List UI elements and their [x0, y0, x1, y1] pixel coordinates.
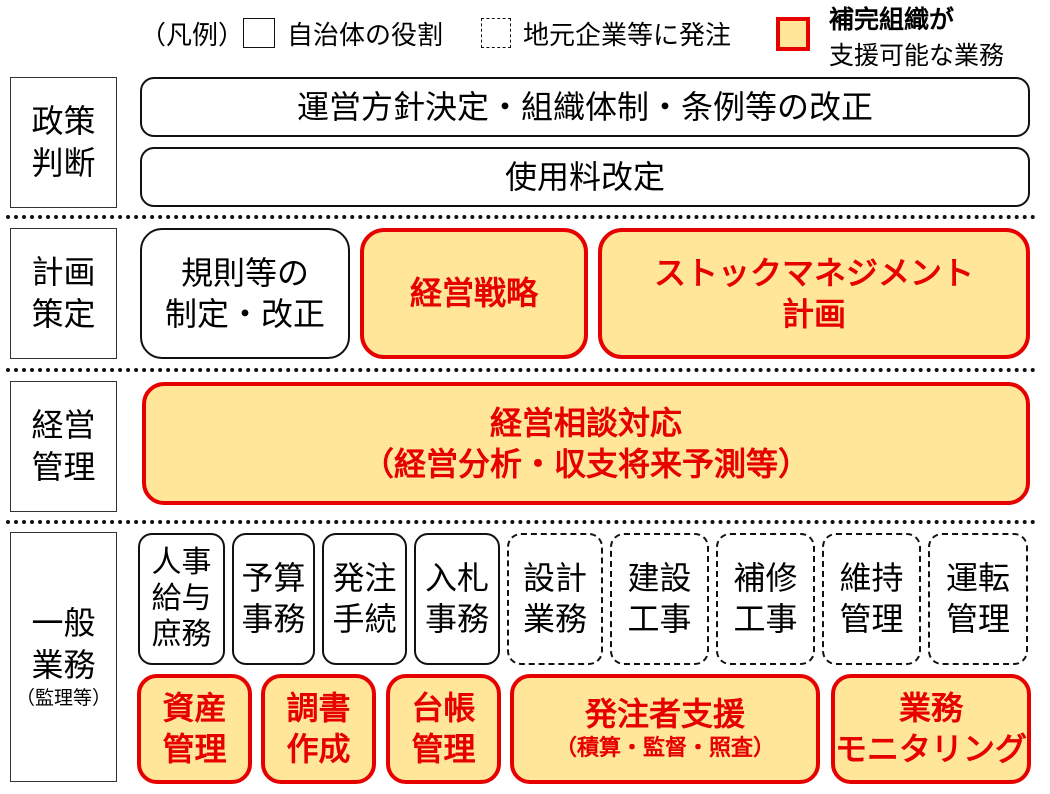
- box-label: 予算: [241, 559, 306, 598]
- legend-dashed-swatch: [481, 18, 511, 48]
- category-label: 経営: [31, 405, 96, 444]
- box-stock-management-plan: ストックマネジメント 計画: [598, 228, 1030, 359]
- box-label: 工事: [733, 600, 798, 638]
- box-label: 手続: [332, 600, 397, 638]
- box-label: 台帳: [411, 689, 476, 728]
- box-label: 事務: [241, 600, 306, 638]
- box-rules-revision: 規則等の 制定・改正: [140, 228, 350, 359]
- row-separator: [6, 520, 1036, 524]
- box-label: 経営相談対応: [489, 403, 682, 442]
- box-construction: 建設 工事: [610, 533, 709, 665]
- box-label: 人事: [151, 545, 212, 580]
- box-label: 運営方針決定・組織体制・条例等の改正: [296, 87, 873, 126]
- box-asset-management: 資産 管理: [137, 674, 252, 784]
- category-label: 判断: [31, 143, 96, 182]
- box-label: 建設: [627, 559, 692, 598]
- box-label: 制定・改正: [164, 294, 325, 333]
- box-operation-management: 運転 管理: [928, 533, 1028, 665]
- box-label: 管理: [162, 730, 227, 768]
- legend-support-swatch: [776, 17, 810, 51]
- category-label: 一般: [31, 604, 96, 643]
- box-label: 作成: [286, 730, 351, 768]
- legend-support-label-2: 支援可能な業務: [829, 41, 1005, 70]
- category-label: 策定: [31, 294, 96, 333]
- category-label: 業務: [31, 645, 96, 684]
- box-label: 計画: [781, 294, 846, 333]
- box-label: 使用料改定: [504, 157, 665, 196]
- box-budget: 予算 事務: [232, 533, 315, 665]
- box-label: 給与: [151, 581, 212, 616]
- box-label: 業務: [522, 600, 587, 638]
- category-label: 管理: [31, 447, 96, 486]
- box-label: 発注者支援: [584, 695, 745, 734]
- box-label: モニタリング: [835, 730, 1028, 768]
- box-maintenance: 維持 管理: [822, 533, 921, 665]
- legend-support-label-1: 補完組織が: [829, 5, 955, 34]
- row-separator: [6, 368, 1036, 372]
- legend-title: （凡例）: [140, 21, 245, 51]
- box-ledger-management: 台帳 管理: [386, 674, 501, 784]
- box-label: 発注: [332, 559, 397, 598]
- category-management: 経営 管理: [10, 381, 117, 512]
- box-hr-payroll: 人事 給与 庶務: [138, 533, 225, 665]
- box-label: 管理: [839, 600, 904, 638]
- category-sublabel: （監理等）: [15, 687, 111, 710]
- category-general-operations: 一般 業務 （監理等）: [10, 532, 117, 782]
- legend-dashed-label: 地元企業等に発注: [523, 21, 732, 51]
- category-label: 政策: [31, 101, 96, 140]
- box-label: 運転: [945, 559, 1010, 598]
- box-label: 維持: [839, 559, 904, 598]
- box-repair-work: 補修 工事: [716, 533, 815, 665]
- box-design-work: 設計 業務: [507, 533, 603, 665]
- box-label: 調書: [286, 689, 351, 728]
- row-separator: [6, 215, 1036, 219]
- box-label: 補修: [733, 559, 798, 598]
- category-planning: 計画 策定: [10, 228, 117, 359]
- box-label: 管理: [945, 600, 1010, 638]
- box-orderer-support: 発注者支援 （積算・監督・照査）: [510, 674, 820, 784]
- box-label: 設計: [522, 559, 587, 598]
- box-ordering-procedure: 発注 手続: [322, 533, 407, 665]
- box-fee-revision: 使用料改定: [140, 147, 1030, 207]
- box-bidding: 入札 事務: [414, 533, 500, 665]
- box-label: 事務: [424, 600, 489, 638]
- box-label: 業務: [898, 689, 963, 728]
- category-label: 計画: [31, 252, 96, 291]
- box-report-preparation: 調書 作成: [261, 674, 376, 784]
- box-label: 庶務: [151, 617, 212, 652]
- box-label: 経営戦略: [409, 274, 538, 313]
- box-policy-decision: 運営方針決定・組織体制・条例等の改正: [140, 77, 1030, 137]
- box-label: 規則等の: [180, 253, 309, 292]
- box-sublabel: （積算・監督・照査）: [554, 736, 775, 762]
- box-management-consultation: 経営相談対応 （経営分析・収支将来予測等）: [142, 382, 1030, 505]
- legend-solid-swatch: [243, 18, 275, 48]
- box-management-strategy: 経営戦略: [360, 228, 588, 359]
- legend-solid-label: 自治体の役割: [287, 21, 444, 51]
- box-label: 資産: [162, 689, 227, 728]
- category-policy: 政策 判断: [10, 77, 117, 208]
- box-label: 工事: [627, 600, 692, 638]
- box-label: 管理: [411, 730, 476, 768]
- box-label: （経営分析・収支将来予測等）: [361, 444, 810, 483]
- box-operations-monitoring: 業務 モニタリング: [831, 674, 1031, 784]
- box-label: ストックマネジメント: [653, 253, 974, 292]
- box-label: 入札: [424, 559, 489, 598]
